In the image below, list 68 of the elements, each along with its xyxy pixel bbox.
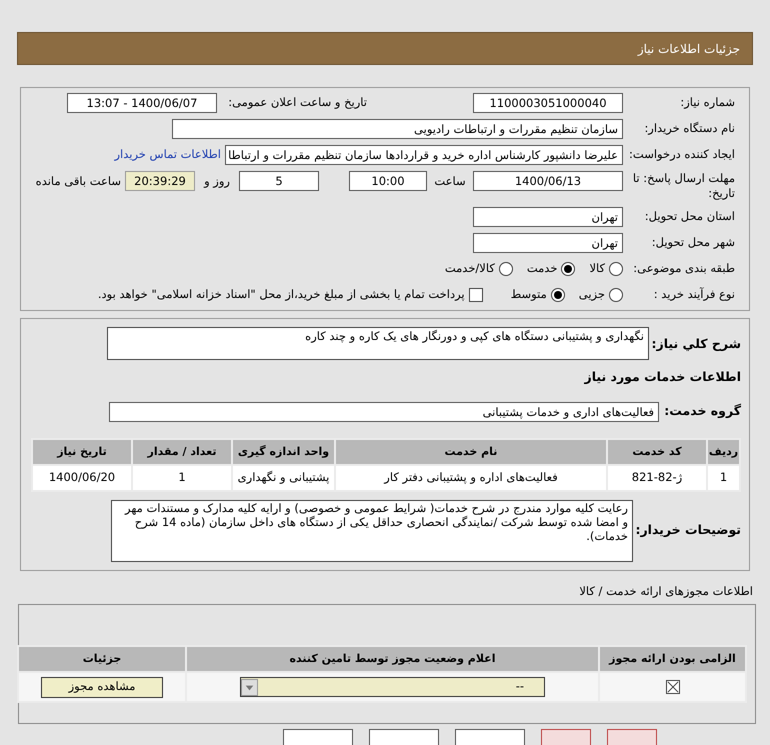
field-label: شرح کلي نياز: — [650, 335, 741, 353]
field-label: روز و — [202, 173, 231, 190]
view-permit-button[interactable]: مشاهده مجوز — [41, 676, 163, 698]
text-field[interactable]: 5 — [239, 171, 319, 191]
field-label: ساعت — [433, 173, 467, 190]
checkbox-label: پرداخت تمام یا بخشی از مبلغ خرید،از محل "اسناد خزانه اسلامی" خواهد بود. — [98, 286, 465, 304]
text-field[interactable]: فعالیت‌های اداری و خدمات پشتیبانی — [109, 402, 659, 422]
column-header: نام خدمت — [335, 438, 607, 465]
table-cell: ژ-82-821 — [607, 464, 707, 491]
table-cell: پشتیبانی و نگهداری — [232, 464, 335, 491]
section-title: اطلاعات مجوزهای ارائه خدمت / کالا — [578, 582, 753, 600]
column-header: اعلام وضعیت مجوز توسط تامین کننده — [186, 646, 599, 672]
section-title: اطلاعات خدمات مورد نیاز — [583, 368, 741, 386]
column-header: ردیف — [707, 438, 740, 465]
field-label: گروه خدمت: — [663, 402, 741, 420]
notes-field[interactable]: رعایت کلیه موارد مندرج در شرح خدمات( شرایط عمومی و خصوصی) و ارایه کلیه مدارک و مستندات مهر و امضا شده توسط شرکت /نمایندگی انحصاری حداقل یکی از دستگاه های داخل سازمان (ماده 14 شرح خدمات). — [111, 500, 633, 562]
text-field[interactable]: سازمان تنظیم مقررات و ارتباطات رادیویی — [172, 119, 623, 139]
text-field[interactable]: 1400/06/07 - 13:07 — [67, 93, 217, 113]
text-field[interactable]: 10:00 — [349, 171, 427, 191]
text-field[interactable]: تهران — [473, 207, 623, 227]
text-field[interactable]: 1400/06/13 — [473, 171, 623, 191]
field-label: مهلت ارسال پاسخ: تا تاریخ: — [632, 171, 735, 201]
radio-button[interactable] — [609, 288, 623, 302]
field-label: نوع فرآیند خرید : — [652, 286, 735, 304]
field-label: ساعت باقی مانده — [36, 173, 121, 190]
field-label: نام دستگاه خریدار: — [643, 120, 735, 138]
field-label: شهر محل تحویل: — [650, 234, 735, 252]
table-cell: فعالیت‌های اداره و پشتیبانی دفتر کار — [335, 464, 607, 491]
radio-button[interactable] — [609, 262, 623, 276]
text-field[interactable]: علیرضا دانشپور کارشناس اداره خرید و قراردادها سازمان تنظیم مقررات و ارتباطا — [225, 145, 623, 165]
field-label: شماره نیاز: — [679, 94, 735, 112]
text-field[interactable]: 1100003051000040 — [473, 93, 623, 113]
page-title: جزئیات اطلاعات نیاز — [638, 40, 740, 58]
radio-label: متوسط — [510, 286, 547, 304]
checkbox[interactable] — [468, 288, 483, 302]
buyer-contact-link[interactable]: اطلاعات تماس خریدار — [114, 146, 221, 164]
table-cell: 1 — [132, 464, 232, 491]
page-button[interactable] — [607, 729, 657, 745]
column-header: واحد اندازه گیری — [232, 438, 335, 465]
column-header: جزئیات — [18, 646, 186, 672]
field-label: توضیحات خریدار: — [634, 521, 741, 540]
page-button[interactable] — [455, 729, 525, 745]
radio-button[interactable] — [561, 262, 576, 276]
field-label: طبقه بندی موضوعی: — [637, 260, 735, 278]
status-dropdown[interactable]: -- — [240, 677, 545, 697]
caret-icon — [241, 678, 258, 696]
description-field[interactable]: نگهداری و پشتیبانی دستگاه های کپی و دورنگار های یک کاره و چند کاره — [107, 327, 649, 360]
radio-label: کالا/خدمت — [444, 260, 495, 278]
radio-button[interactable] — [498, 262, 513, 276]
radio-button[interactable] — [550, 288, 565, 302]
column-header: تعداد / مقدار — [132, 438, 232, 465]
table-cell: 1 — [707, 464, 740, 491]
column-header: الزامی بودن ارائه مجوز — [599, 646, 746, 672]
table-cell: 1400/06/20 — [32, 464, 132, 491]
radio-label: کالا — [589, 260, 605, 278]
page-button[interactable] — [369, 729, 439, 745]
remaining-time: 20:39:29 — [125, 171, 195, 191]
radio-label: خدمت — [526, 260, 558, 278]
page-button[interactable] — [541, 729, 591, 745]
text-field[interactable]: تهران — [473, 233, 623, 253]
field-label: ایجاد کننده درخواست: — [628, 146, 735, 164]
dropdown-value: -- — [516, 678, 525, 696]
page-button[interactable] — [283, 729, 353, 745]
column-header: تاریخ نیاز — [32, 438, 132, 465]
radio-label: جزیی — [578, 286, 605, 304]
field-label: استان محل تحویل: — [644, 208, 735, 226]
column-header: کد خدمت — [607, 438, 707, 465]
field-label: تاریخ و ساعت اعلان عمومی: — [227, 94, 367, 112]
